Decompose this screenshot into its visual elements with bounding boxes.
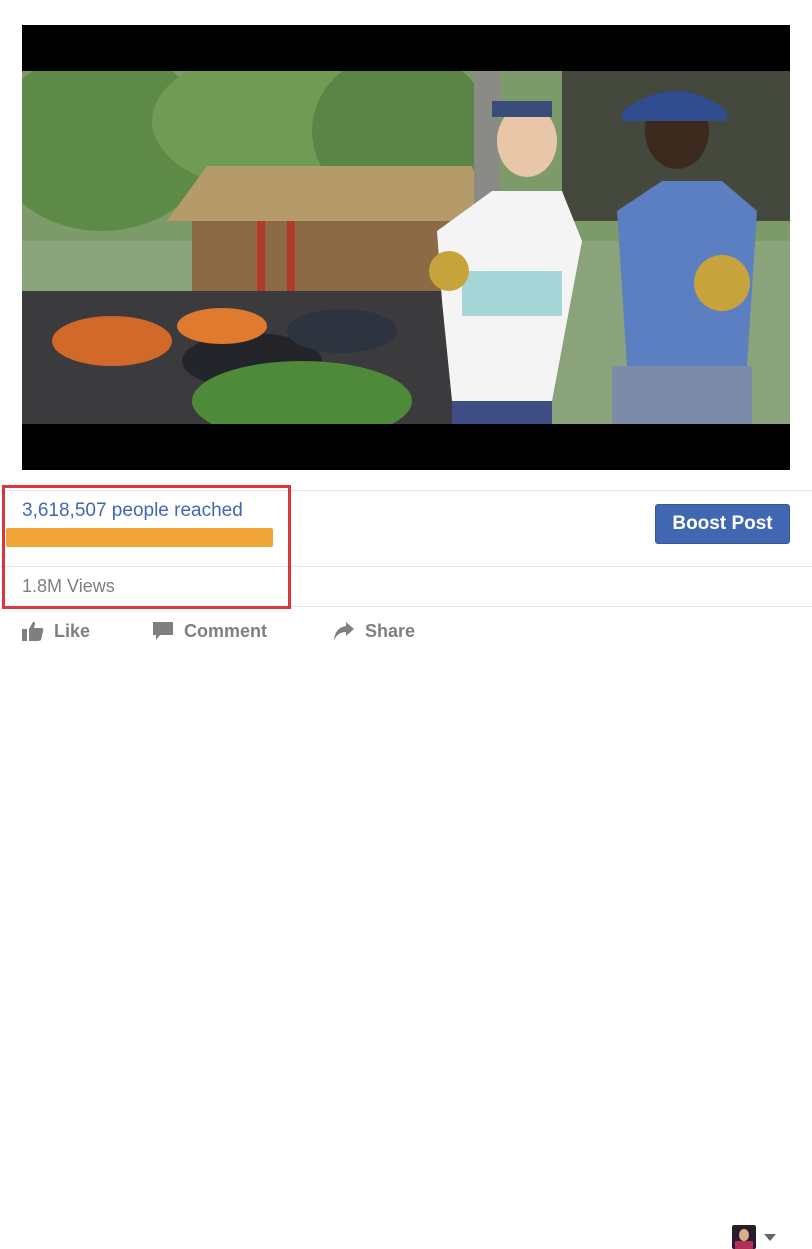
share-label: Share	[365, 620, 416, 641]
like-icon	[22, 621, 44, 641]
post-actions-bar: Like Comment Share	[0, 613, 812, 1249]
video-frame	[22, 71, 790, 424]
audience-selector[interactable]	[732, 1225, 776, 1249]
highlight-box	[2, 485, 291, 609]
comment-icon	[153, 622, 173, 640]
comment-button[interactable]: Comment	[152, 613, 267, 649]
video-player[interactable]	[22, 25, 790, 470]
comment-label: Comment	[184, 620, 268, 641]
caret-down-icon	[764, 1233, 776, 1241]
like-button[interactable]: Like	[22, 613, 90, 649]
avatar	[732, 1225, 756, 1249]
boost-post-button[interactable]: Boost Post	[655, 504, 790, 544]
like-label: Like	[54, 620, 91, 641]
share-icon	[334, 622, 354, 640]
share-button[interactable]: Share	[333, 613, 415, 649]
